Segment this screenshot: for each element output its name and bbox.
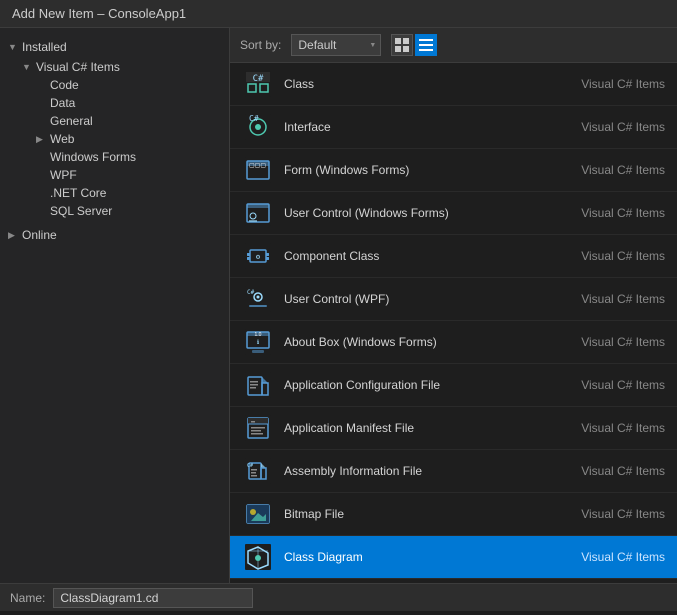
item-category: Visual C# Items <box>555 421 665 435</box>
arrow-icon: ▼ <box>8 42 22 52</box>
item-icon-manifest <box>242 412 274 444</box>
arrow-icon: ▶ <box>36 134 50 145</box>
view-toggle <box>391 34 437 56</box>
sidebar-label: Online <box>22 228 57 242</box>
sidebar-label: Visual C# Items <box>36 60 120 74</box>
list-item[interactable]: C# User Control (WPF)Visual C# Items <box>230 278 677 321</box>
item-icon-usercontrolwpf: C# <box>242 283 274 315</box>
sidebar-item-windows-forms[interactable]: Windows Forms <box>0 148 229 166</box>
item-icon-config <box>242 369 274 401</box>
svg-text:C#: C# <box>249 114 259 123</box>
sidebar-child-label: General <box>50 114 93 128</box>
sidebar-section-visual-c#-items[interactable]: ▼Visual C# Items <box>0 58 229 76</box>
sidebar-label: Installed <box>22 40 67 54</box>
item-category: Visual C# Items <box>555 464 665 478</box>
sidebar-item-code[interactable]: Code <box>0 76 229 94</box>
sort-dropdown-wrapper[interactable]: Default Name Type <box>291 34 381 56</box>
list-item[interactable]: C# InterfaceVisual C# Items <box>230 106 677 149</box>
list-item[interactable]: Application Manifest FileVisual C# Items <box>230 407 677 450</box>
item-name: User Control (WPF) <box>284 292 555 306</box>
item-icon-bitmap <box>242 498 274 530</box>
name-input[interactable] <box>53 588 253 608</box>
title-text: Add New Item – ConsoleApp1 <box>12 6 186 21</box>
list-item[interactable]: User Control (Windows Forms)Visual C# It… <box>230 192 677 235</box>
sort-label: Sort by: <box>240 38 281 52</box>
item-category: Visual C# Items <box>555 120 665 134</box>
item-name: Application Manifest File <box>284 421 555 435</box>
title-bar: Add New Item – ConsoleApp1 <box>0 0 677 28</box>
item-icon-classdiagram <box>242 541 274 573</box>
item-category: Visual C# Items <box>555 163 665 177</box>
item-category: Visual C# Items <box>555 550 665 564</box>
svg-text:▢▢▢: ▢▢▢ <box>249 163 266 169</box>
sidebar-child-label: Code <box>50 78 79 92</box>
svg-text:C#: C# <box>247 463 253 469</box>
item-category: Visual C# Items <box>555 77 665 91</box>
content-area: ▼Installed▼Visual C# ItemsCodeDataGenera… <box>0 28 677 583</box>
list-item[interactable]: Class DiagramVisual C# Items <box>230 536 677 579</box>
item-category: Visual C# Items <box>555 335 665 349</box>
list-item[interactable]: ⚙ Component ClassVisual C# Items <box>230 235 677 278</box>
sidebar-item-wpf[interactable]: WPF <box>0 166 229 184</box>
list-item[interactable]: Application Configuration FileVisual C# … <box>230 364 677 407</box>
bottom-bar: Name: <box>0 583 677 611</box>
item-category: Visual C# Items <box>555 249 665 263</box>
item-name: Component Class <box>284 249 555 263</box>
svg-text:1.0: 1.0 <box>255 332 262 338</box>
sidebar-item-data[interactable]: Data <box>0 94 229 112</box>
item-icon-form: ▢▢▢ <box>242 154 274 186</box>
name-label: Name: <box>10 591 45 605</box>
svg-text:C#: C# <box>253 74 264 84</box>
sidebar-item-sql-server[interactable]: SQL Server <box>0 202 229 220</box>
item-name: Form (Windows Forms) <box>284 163 555 177</box>
item-category: Visual C# Items <box>555 507 665 521</box>
sidebar-child-label: .NET Core <box>50 186 106 200</box>
sidebar-item-general[interactable]: General <box>0 112 229 130</box>
item-icon-class: C# <box>242 68 274 100</box>
item-icon-interface: C# <box>242 111 274 143</box>
sidebar-child-label: Windows Forms <box>50 150 136 164</box>
item-name: Class <box>284 77 555 91</box>
grid-view-button[interactable] <box>391 34 413 56</box>
item-icon-assembly: C# <box>242 455 274 487</box>
item-name: Application Configuration File <box>284 378 555 392</box>
item-name: Assembly Information File <box>284 464 555 478</box>
sidebar-section-installed[interactable]: ▼Installed <box>0 38 229 56</box>
svg-text:C#: C# <box>247 289 255 296</box>
main-layout: ▼Installed▼Visual C# ItemsCodeDataGenera… <box>0 28 677 611</box>
item-name: User Control (Windows Forms) <box>284 206 555 220</box>
list-item[interactable]: 1.0 ℹ About Box (Windows Forms)Visual C#… <box>230 321 677 364</box>
items-list: C# ClassVisual C# Items C# InterfaceVisu… <box>230 63 677 583</box>
sidebar-item-web[interactable]: ▶Web <box>0 130 229 148</box>
item-name: About Box (Windows Forms) <box>284 335 555 349</box>
list-item[interactable]: ▢▢▢ Form (Windows Forms)Visual C# Items <box>230 149 677 192</box>
item-icon-usercontrol <box>242 197 274 229</box>
sidebar-child-label: SQL Server <box>50 204 112 218</box>
arrow-icon: ▶ <box>8 230 22 241</box>
item-icon-component: ⚙ <box>242 240 274 272</box>
sidebar-item--net-core[interactable]: .NET Core <box>0 184 229 202</box>
item-category: Visual C# Items <box>555 292 665 306</box>
arrow-icon: ▼ <box>22 62 36 72</box>
sidebar-child-label: WPF <box>50 168 77 182</box>
toolbar: Sort by: Default Name Type <box>230 28 677 63</box>
list-item[interactable]: Bitmap FileVisual C# Items <box>230 493 677 536</box>
right-panel: Sort by: Default Name Type <box>230 28 677 583</box>
list-item[interactable]: C# ClassVisual C# Items <box>230 63 677 106</box>
item-name: Bitmap File <box>284 507 555 521</box>
item-name: Interface <box>284 120 555 134</box>
sidebar-child-label: Web <box>50 132 74 146</box>
item-category: Visual C# Items <box>555 378 665 392</box>
sort-select[interactable]: Default Name Type <box>291 34 381 56</box>
item-icon-aboutbox: 1.0 ℹ <box>242 326 274 358</box>
item-category: Visual C# Items <box>555 206 665 220</box>
sidebar-section-online[interactable]: ▶Online <box>0 226 229 244</box>
item-name: Class Diagram <box>284 550 555 564</box>
sidebar-child-label: Data <box>50 96 75 110</box>
list-item[interactable]: C# Assembly Information FileVisual C# It… <box>230 450 677 493</box>
sidebar: ▼Installed▼Visual C# ItemsCodeDataGenera… <box>0 28 230 583</box>
list-view-button[interactable] <box>415 34 437 56</box>
